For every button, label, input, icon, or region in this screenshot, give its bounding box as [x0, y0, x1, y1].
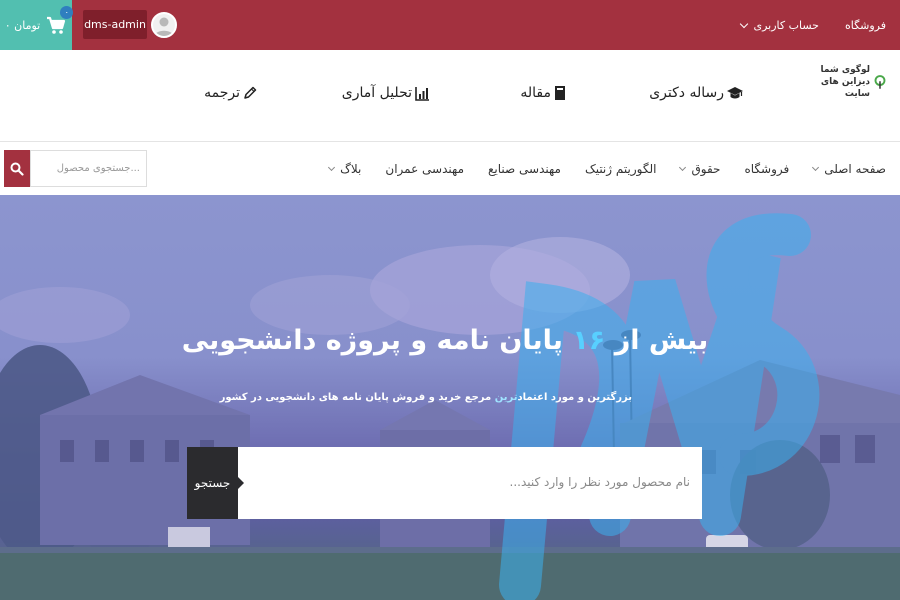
service-label: رساله دکتری — [649, 85, 724, 101]
hero-search-button[interactable]: جستجو — [187, 447, 244, 519]
nav-label: مهندسی صنایع — [488, 162, 561, 176]
graduation-cap-icon — [727, 87, 743, 99]
top-nav: فروشگاه حساب کاربری — [740, 0, 886, 50]
product-search-input[interactable]: جستجوی محصول... — [30, 150, 147, 187]
hero-subtitle: بزرگترین و مورد اعتمادترین مرجع خرید و ف… — [0, 392, 632, 403]
hero-subtitle-before: بزرگترین و مورد اعتماد — [517, 392, 632, 403]
nav-label: حقوق — [691, 162, 721, 176]
chart-icon — [415, 86, 429, 101]
nav-label: فروشگاه — [744, 162, 790, 176]
chevron-down-icon — [740, 19, 749, 28]
nav-item-blog[interactable]: بلاگ — [328, 162, 362, 176]
hero-banner: dms-site.ir بیش از ۱۶ پایان نامه و پروژه… — [0, 195, 900, 600]
cart-button[interactable]: ۰ تومان ۰ — [0, 0, 74, 50]
hero-title: بیش از ۱۶ پایان نامه و پروژه دانشجویی — [0, 325, 890, 356]
book-icon — [555, 86, 565, 100]
avatar[interactable] — [151, 9, 177, 41]
username-button[interactable]: dms-admin — [83, 10, 147, 39]
service-thesis[interactable]: رساله دکتری — [649, 82, 743, 104]
nav-item-genetic-algorithm[interactable]: الگوریتم ژنتیک — [585, 162, 657, 176]
nav-item-home[interactable]: صفحه اصلی — [812, 162, 886, 176]
hero-title-after: پایان نامه و پروژه دانشجویی — [181, 325, 563, 356]
product-search-button[interactable] — [4, 150, 30, 187]
service-label: ترجمه — [204, 85, 240, 101]
cart-icon: ۰ — [45, 6, 74, 36]
nav-item-law[interactable]: حقوق — [679, 162, 721, 176]
nav-label: صفحه اصلی — [824, 162, 886, 176]
service-statistics[interactable]: تحلیل آماری — [342, 82, 430, 104]
service-label: تحلیل آماری — [341, 85, 412, 101]
topnav-account-label: حساب کاربری — [753, 18, 819, 32]
chevron-down-icon — [812, 163, 820, 172]
top-bar: ۰ تومان ۰ dms-admin فروشگاه حساب کاربری — [0, 0, 900, 50]
chevron-down-icon — [679, 163, 687, 172]
cart-total: ۰ تومان — [4, 18, 41, 32]
user-icon — [155, 17, 173, 36]
hero-subtitle-accent: ترین — [494, 392, 518, 403]
nav-label: بلاگ — [340, 162, 362, 176]
service-label: مقاله — [520, 85, 551, 101]
logo-icon — [874, 75, 886, 89]
search-icon — [10, 162, 24, 176]
hero-title-before: بیش از — [614, 325, 709, 356]
logo-line2: دیزاین های سایت — [820, 77, 871, 99]
topnav-account[interactable]: حساب کاربری — [740, 18, 819, 32]
site-logo[interactable]: لوگوی شما دیزاین های سایت — [812, 65, 886, 99]
service-translation[interactable]: ترجمه — [204, 82, 257, 104]
hero-search-box: نام محصول مورد نظر را وارد کنید... جستجو — [187, 447, 702, 519]
nav-item-shop[interactable]: فروشگاه — [744, 162, 789, 176]
nav-item-industrial-eng[interactable]: مهندسی صنایع — [488, 162, 561, 176]
hero-subtitle-after: مرجع خرید و فروش پایان نامه های دانشجویی… — [219, 392, 492, 403]
main-nav: صفحه اصلی فروشگاه حقوق الگوریتم ژنتیک مه… — [0, 143, 900, 195]
nav-label: مهندسی عمران — [385, 162, 464, 176]
hero-search-input[interactable]: نام محصول مورد نظر را وارد کنید... — [510, 475, 690, 489]
services-header: لوگوی شما دیزاین های سایت رساله دکتری مق… — [0, 50, 900, 142]
hero-title-number: ۱۶ — [572, 325, 606, 356]
logo-line1: لوگوی شما — [820, 65, 871, 75]
service-article[interactable]: مقاله — [520, 82, 566, 104]
topnav-shop[interactable]: فروشگاه — [845, 19, 886, 32]
chevron-down-icon — [328, 163, 336, 172]
pencil-icon — [244, 86, 257, 99]
nav-label: الگوریتم ژنتیک — [584, 162, 657, 176]
nav-item-civil-eng[interactable]: مهندسی عمران — [385, 162, 464, 176]
cart-count-badge: ۰ — [60, 6, 74, 19]
